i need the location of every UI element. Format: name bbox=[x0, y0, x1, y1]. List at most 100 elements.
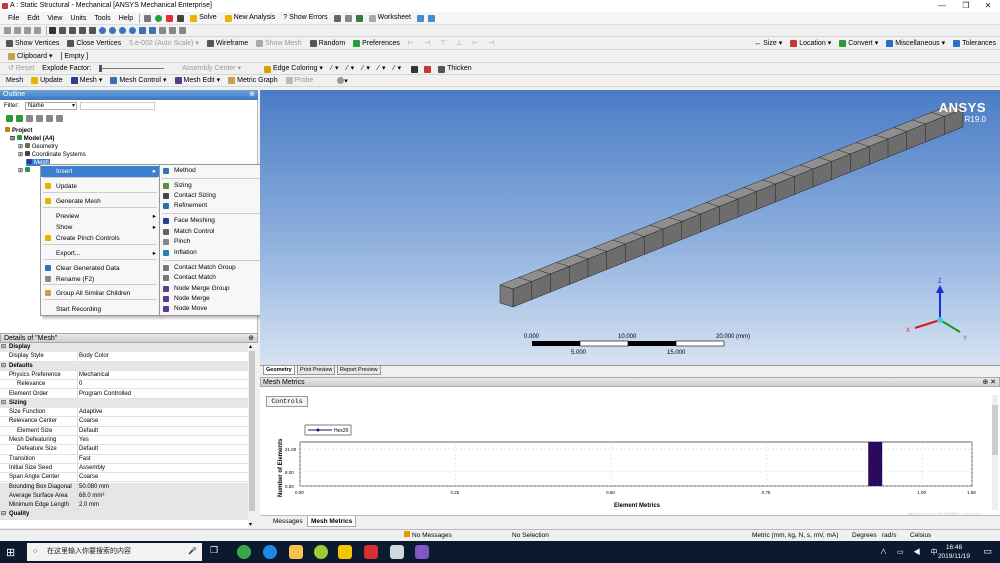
scroll-thumb[interactable] bbox=[249, 351, 255, 511]
tab-print-preview[interactable]: Print Preview bbox=[297, 366, 336, 375]
solve-button[interactable]: Solve bbox=[186, 12, 221, 24]
submenu-item-contact-match[interactable]: Contact Match bbox=[160, 273, 265, 283]
menu-file[interactable]: File bbox=[4, 12, 23, 25]
reset-button[interactable]: ↺ Reset bbox=[4, 63, 38, 75]
details-row[interactable]: Size Function Adaptive bbox=[0, 408, 248, 418]
metric-graph-button[interactable]: Metric Graph bbox=[224, 75, 281, 87]
tab-geometry[interactable]: Geometry bbox=[263, 366, 295, 375]
preferences-button[interactable]: Preferences bbox=[349, 38, 404, 50]
metrics-scrollbar[interactable] bbox=[992, 395, 998, 510]
submenu-item-method[interactable]: Method bbox=[160, 166, 265, 176]
details-value[interactable]: Fast bbox=[79, 455, 91, 464]
menu-help[interactable]: Help bbox=[115, 12, 137, 25]
pin-icon[interactable]: ⊕ bbox=[249, 90, 255, 100]
collapse-toggle-icon[interactable]: ⊟ bbox=[1, 343, 6, 352]
details-row[interactable]: Defeature Size Default bbox=[0, 445, 248, 455]
app-icon-cube[interactable] bbox=[415, 545, 429, 559]
mesh-edit-menu[interactable]: Mesh Edit ▾ bbox=[171, 75, 225, 87]
context-item-preview[interactable]: Preview ▸ bbox=[41, 211, 159, 222]
clock[interactable]: 16:48 2019/11/19 bbox=[938, 543, 970, 561]
details-value[interactable]: Coarse bbox=[79, 417, 98, 426]
thicken-button[interactable]: Thicken bbox=[434, 63, 476, 75]
details-row[interactable]: Physics Preference Mechanical bbox=[0, 370, 248, 381]
collapse-toggle-icon[interactable]: ⊟ bbox=[10, 136, 15, 142]
expand-toggle-icon[interactable]: ⊞ bbox=[18, 168, 23, 174]
assembly-center-select[interactable]: Assembly Center ▾ bbox=[178, 63, 245, 75]
rotate-icon[interactable] bbox=[79, 27, 86, 34]
tray-icons[interactable]: ∧ ▭ ◀ 中 bbox=[880, 547, 941, 557]
magnifier-icon[interactable] bbox=[129, 27, 136, 34]
filter-icon[interactable] bbox=[36, 115, 43, 122]
tab-messages[interactable]: Messages bbox=[270, 516, 306, 527]
update-button[interactable]: Update bbox=[27, 75, 67, 87]
mesh-menu[interactable]: Mesh ▾ bbox=[67, 75, 107, 87]
menu-edit[interactable]: Edit bbox=[23, 12, 43, 25]
show-vertices-button[interactable]: Show Vertices bbox=[2, 38, 63, 50]
details-row[interactable]: Average Surface Area 68.0 mm² bbox=[0, 491, 248, 502]
details-value[interactable]: Mechanical bbox=[79, 371, 109, 380]
notification-icon[interactable]: ▭ bbox=[983, 546, 992, 557]
check-icon[interactable] bbox=[155, 14, 163, 22]
collapse-toggle-icon[interactable]: ⊟ bbox=[1, 510, 6, 519]
pin-icon[interactable]: ⊕ bbox=[248, 334, 254, 343]
stop-icon[interactable] bbox=[166, 14, 174, 22]
details-value[interactable]: Program Controlled bbox=[79, 390, 131, 399]
details-row[interactable]: Minimum Edge Length 2.0 mm bbox=[0, 501, 248, 511]
new-analysis-button[interactable]: New Analysis bbox=[221, 12, 280, 24]
submenu-item-inflation[interactable]: Inflation bbox=[160, 248, 265, 258]
collapse-toggle-icon[interactable]: ⊟ bbox=[1, 362, 6, 371]
zoom-in-icon[interactable] bbox=[99, 27, 106, 34]
context-item-export[interactable]: Export... ▸ bbox=[41, 248, 159, 259]
tree-item-project[interactable]: Project bbox=[5, 127, 32, 134]
context-item-group-all-similar-children[interactable]: Group All Similar Children bbox=[41, 288, 159, 299]
details-value[interactable]: Yes bbox=[79, 436, 89, 445]
submenu-item-node-merge-group[interactable]: Node Merge Group bbox=[160, 284, 265, 294]
clipboard-button[interactable]: Clipboard ▾ bbox=[4, 51, 56, 63]
show-errors-button[interactable]: ? Show Errors bbox=[279, 12, 331, 24]
submenu-item-face-meshing[interactable]: Face Meshing bbox=[160, 216, 265, 226]
tab-report-preview[interactable]: Report Preview bbox=[337, 366, 381, 375]
sort-icon[interactable] bbox=[26, 115, 33, 122]
details-value[interactable]: Adaptive bbox=[79, 408, 102, 417]
submenu-item-node-move[interactable]: Node Move bbox=[160, 304, 265, 314]
convert-menu[interactable]: Convert ▾ bbox=[835, 38, 882, 50]
tree-item-geometry[interactable]: ⊞ Geometry bbox=[18, 143, 58, 150]
context-item-create-pinch-controls[interactable]: Create Pinch Controls bbox=[41, 233, 159, 244]
tree-icon[interactable] bbox=[56, 115, 63, 122]
graphics-viewport[interactable]: 0.000 10.000 20.000 (mm) 5.000 15.000 Z … bbox=[260, 90, 1000, 365]
app-icon-workbench[interactable] bbox=[390, 545, 404, 559]
minimize-button[interactable]: — bbox=[932, 1, 952, 10]
scroll-thumb[interactable] bbox=[992, 405, 998, 455]
context-item-insert[interactable]: Insert ▸ bbox=[41, 166, 159, 177]
size-menu[interactable]: ↔ Size ▾ bbox=[750, 38, 786, 50]
env-icon[interactable] bbox=[46, 115, 53, 122]
explode-slider[interactable] bbox=[99, 65, 165, 72]
edge-coloring-menu[interactable]: Edge Coloring ▾ bbox=[260, 63, 327, 75]
tree-item-model[interactable]: ⊟ Model (A4) bbox=[10, 135, 54, 142]
details-row[interactable]: Relevance 0 bbox=[0, 380, 248, 390]
panel-controls[interactable]: ⊕ ✕ bbox=[982, 378, 996, 387]
details-scrollbar[interactable]: ▴ ▾ bbox=[248, 343, 256, 528]
maximize-button[interactable]: ❐ bbox=[956, 1, 976, 10]
app-icon-ansys[interactable] bbox=[338, 545, 352, 559]
scale-select[interactable]: 5.e-002 (Auto Scale) ▾ bbox=[125, 38, 203, 50]
collapse-toggle-icon[interactable]: ⊟ bbox=[1, 399, 6, 408]
context-item-clear-generated-data[interactable]: Clear Generated Data bbox=[41, 263, 159, 274]
next-view-icon[interactable] bbox=[149, 27, 156, 34]
tolerances-button[interactable]: Tolerances bbox=[949, 38, 1000, 50]
app-icon-lime[interactable] bbox=[314, 545, 328, 559]
details-value[interactable]: Assembly bbox=[79, 464, 105, 473]
submenu-item-pinch[interactable]: Pinch bbox=[160, 237, 265, 247]
edge-style-tools[interactable]: ⁄▾ ⁄▾ ⁄▾ ⁄▾ ⁄▾ bbox=[327, 63, 408, 75]
details-value[interactable]: 0 bbox=[79, 380, 82, 389]
zoom-fit-icon[interactable] bbox=[119, 27, 126, 34]
details-value[interactable]: Body Color bbox=[79, 352, 109, 361]
folder-icon[interactable] bbox=[289, 545, 303, 559]
details-row[interactable]: Transition Fast bbox=[0, 454, 248, 464]
select-mode-icon[interactable] bbox=[59, 27, 66, 34]
select-icon[interactable] bbox=[333, 14, 341, 22]
info-icon[interactable] bbox=[417, 14, 425, 22]
submenu-item-sizing[interactable]: Sizing bbox=[160, 181, 265, 191]
details-row[interactable]: Span Angle Center Coarse bbox=[0, 473, 248, 483]
grid-icon[interactable] bbox=[344, 14, 352, 22]
